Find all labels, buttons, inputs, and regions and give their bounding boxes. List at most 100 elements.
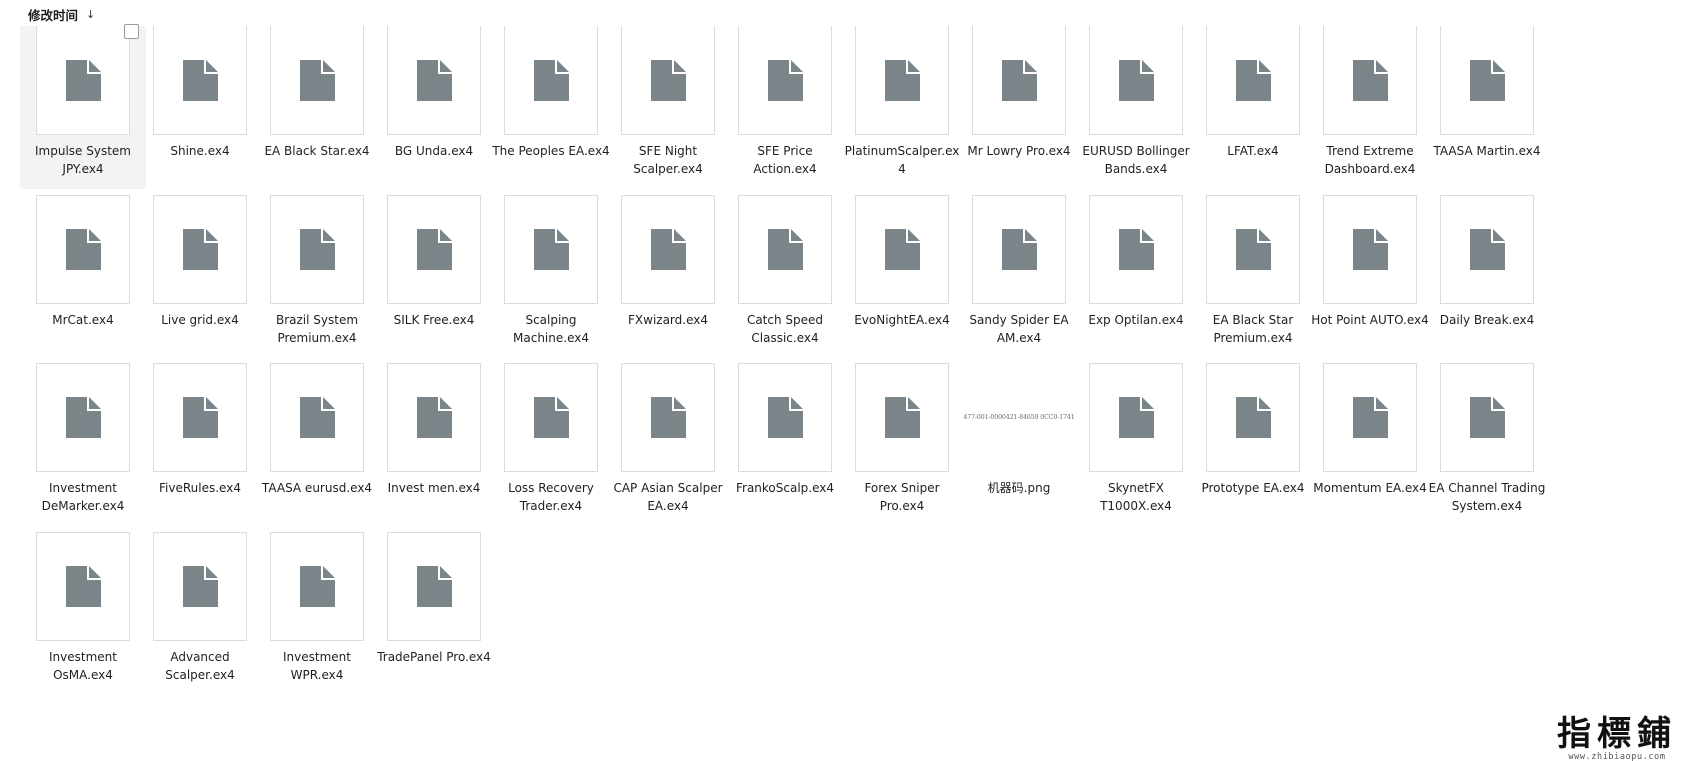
file-tile[interactable]: Investment DeMarker.ex4 <box>20 363 146 526</box>
file-name: Investment WPR.ex4 <box>283 649 351 682</box>
file-thumbnail <box>504 363 598 472</box>
file-tile[interactable]: Mr Lowry Pro.ex4 <box>956 26 1082 189</box>
file-tile[interactable]: TAASA eurusd.ex4 <box>254 363 380 526</box>
file-name: EA Channel Trading System.ex4 <box>1428 481 1546 513</box>
file-tile[interactable]: MrCat.ex4 <box>20 194 146 358</box>
file-tile[interactable]: EURUSD Bollinger Bands.ex4 <box>1073 26 1199 189</box>
file-name: Invest men.ex4 <box>387 481 481 495</box>
file-icon <box>650 397 686 438</box>
file-tile[interactable]: LFAT.ex4 <box>1190 26 1316 189</box>
file-tile[interactable]: TradePanel Pro.ex4 <box>371 531 497 695</box>
file-thumbnail <box>36 531 130 641</box>
file-tile[interactable]: Brazil System Premium.ex4 <box>254 194 380 358</box>
file-tile[interactable]: Investment WPR.ex4 <box>254 531 380 695</box>
file-thumbnail <box>738 363 832 472</box>
file-tile[interactable]: Impulse System JPY.ex4 <box>20 24 146 189</box>
file-name: Trend Extreme Dashboard.ex4 <box>1324 144 1416 176</box>
file-name: Shine.ex4 <box>170 144 230 158</box>
file-tile[interactable]: 477-001-0000421-84659 0CC0-1741 机器码.png <box>956 363 1082 526</box>
file-thumbnail <box>855 26 949 135</box>
file-tile[interactable]: Hot Point AUTO.ex4 <box>1307 194 1433 358</box>
file-thumbnail <box>855 363 949 472</box>
file-thumbnail <box>153 26 247 135</box>
file-tile[interactable]: Scalping Machine.ex4 <box>488 194 614 358</box>
file-icon <box>884 59 920 101</box>
file-tile[interactable]: Forex Sniper Pro.ex4 <box>839 363 965 526</box>
file-name: Scalping Machine.ex4 <box>513 312 589 345</box>
file-thumbnail <box>1440 26 1534 135</box>
file-tile[interactable]: Sandy Spider EA AM.ex4 <box>956 194 1082 358</box>
file-thumbnail <box>270 531 364 641</box>
file-thumbnail <box>738 26 832 135</box>
file-name: 机器码.png <box>987 481 1051 495</box>
file-name: Loss Recovery Trader.ex4 <box>508 481 594 513</box>
file-icon <box>1118 228 1154 270</box>
file-thumbnail <box>1440 194 1534 304</box>
file-thumbnail <box>1206 363 1300 472</box>
file-icon <box>533 228 569 270</box>
file-tile[interactable]: TAASA Martin.ex4 <box>1424 26 1550 189</box>
file-tile[interactable]: CAP Asian Scalper EA.ex4 <box>605 363 731 526</box>
file-name: Hot Point AUTO.ex4 <box>1311 312 1429 327</box>
file-icon <box>533 59 569 101</box>
file-thumbnail <box>504 194 598 304</box>
file-thumbnail <box>972 26 1066 135</box>
file-icon <box>884 228 920 270</box>
file-name: Exp Optilan.ex4 <box>1088 312 1184 327</box>
file-tile[interactable]: Daily Break.ex4 <box>1424 194 1550 358</box>
file-tile[interactable]: Invest men.ex4 <box>371 363 497 526</box>
file-tile[interactable]: SFE Price Action.ex4 <box>722 26 848 189</box>
file-tile[interactable]: EA Black Star Premium.ex4 <box>1190 194 1316 358</box>
file-tile[interactable]: EA Black Star.ex4 <box>254 26 380 189</box>
file-thumbnail <box>1089 26 1183 135</box>
file-name: The Peoples EA.ex4 <box>492 144 610 158</box>
file-tile[interactable]: FrankoScalp.ex4 <box>722 363 848 526</box>
file-name: TAASA eurusd.ex4 <box>261 481 373 495</box>
file-tile[interactable]: SILK Free.ex4 <box>371 194 497 358</box>
file-icon <box>767 59 803 101</box>
file-icon <box>416 59 452 101</box>
file-name: BG Unda.ex4 <box>394 144 474 158</box>
file-name: TradePanel Pro.ex4 <box>377 649 491 664</box>
file-tile[interactable]: Prototype EA.ex4 <box>1190 363 1316 526</box>
file-tile[interactable]: Live grid.ex4 <box>137 194 263 358</box>
file-name: LFAT.ex4 <box>1227 144 1279 158</box>
file-tile[interactable]: PlatinumScalper.ex4 <box>839 26 965 189</box>
file-tile[interactable]: FiveRules.ex4 <box>137 363 263 526</box>
file-name: FiveRules.ex4 <box>159 481 241 495</box>
file-tile[interactable]: The Peoples EA.ex4 <box>488 26 614 189</box>
file-tile[interactable]: Trend Extreme Dashboard.ex4 <box>1307 26 1433 189</box>
file-tile[interactable]: Advanced Scalper.ex4 <box>137 531 263 695</box>
file-tile[interactable]: SFE Night Scalper.ex4 <box>605 26 731 189</box>
file-name: EvoNightEA.ex4 <box>854 312 950 327</box>
file-tile[interactable]: Exp Optilan.ex4 <box>1073 194 1199 358</box>
file-tile[interactable]: BG Unda.ex4 <box>371 26 497 189</box>
file-name: Catch Speed Classic.ex4 <box>746 312 824 345</box>
file-thumbnail <box>972 194 1066 304</box>
file-tile[interactable]: EA Channel Trading System.ex4 <box>1424 363 1550 526</box>
file-tile[interactable]: Loss Recovery Trader.ex4 <box>488 363 614 526</box>
file-thumbnail <box>504 26 598 135</box>
file-name: Sandy Spider EA AM.ex4 <box>969 312 1069 345</box>
sort-by-modified-header[interactable]: 修改时间 ↓ <box>28 4 95 24</box>
file-name: TAASA Martin.ex4 <box>1433 144 1541 158</box>
file-name: Impulse System JPY.ex4 <box>35 144 131 176</box>
file-name: SILK Free.ex4 <box>393 312 475 327</box>
file-thumbnail <box>387 194 481 304</box>
file-tile[interactable]: Shine.ex4 <box>137 26 263 189</box>
file-thumbnail <box>153 363 247 472</box>
file-tile[interactable]: Momentum EA.ex4 <box>1307 363 1433 526</box>
file-thumbnail <box>270 194 364 304</box>
site-watermark: 指標鋪 www.zhibiaopu.com <box>1550 717 1684 761</box>
file-tile[interactable]: Investment OsMA.ex4 <box>20 531 146 695</box>
file-tile[interactable]: Catch Speed Classic.ex4 <box>722 194 848 358</box>
file-icon <box>416 565 452 607</box>
file-thumbnail <box>1206 26 1300 135</box>
file-icon <box>299 228 335 270</box>
file-icon <box>299 397 335 438</box>
file-tile[interactable]: FXwizard.ex4 <box>605 194 731 358</box>
file-tile[interactable]: SkynetFX T1000X.ex4 <box>1073 363 1199 526</box>
file-icon <box>1469 397 1505 438</box>
file-name: Daily Break.ex4 <box>1439 312 1535 327</box>
file-tile[interactable]: EvoNightEA.ex4 <box>839 194 965 358</box>
